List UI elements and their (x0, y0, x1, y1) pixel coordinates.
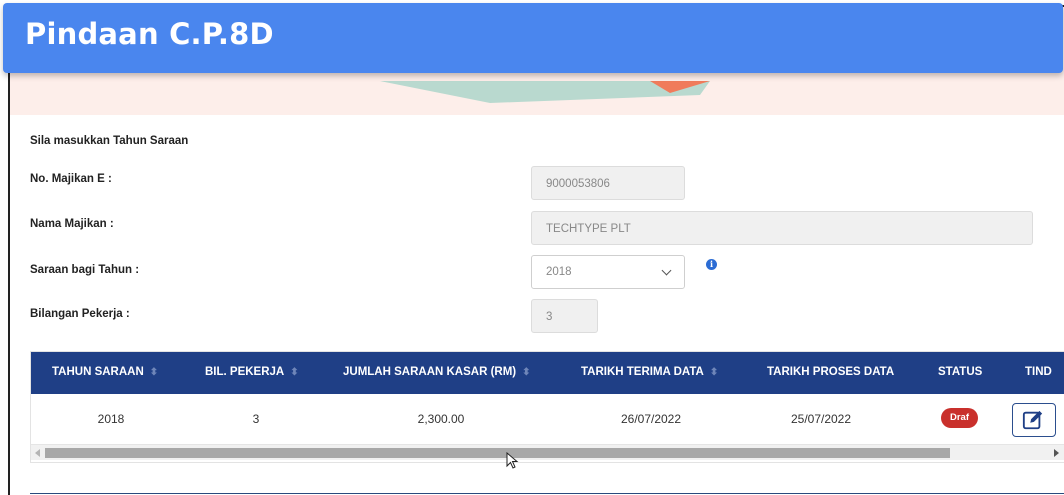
cell-year: 2018 (97, 412, 125, 426)
workers-value: 3 (546, 311, 553, 323)
th-tindakan[interactable]: TIND (1025, 366, 1052, 378)
form-intro: Sila masukkan Tahun Saraan (30, 135, 189, 147)
year-select[interactable]: 2018 (531, 255, 685, 289)
year-select-value: 2018 (546, 266, 572, 278)
scroll-left-icon[interactable] (35, 449, 40, 457)
sort-icon: ⬍ (522, 367, 531, 378)
th-jumlah-saraan[interactable]: JUMLAH SARAAN KASAR (RM) ⬍ (343, 366, 531, 378)
employer-name-value: TECHTYPE PLT (546, 223, 631, 235)
chevron-down-icon (661, 265, 672, 276)
th-status[interactable]: STATUS (938, 366, 982, 378)
sort-icon: ⬍ (290, 367, 299, 378)
employer-no-field[interactable]: 9000053806 (531, 166, 685, 200)
cell-received: 26/07/2022 (620, 412, 682, 426)
workers-label: Bilangan Pekerja : (30, 308, 130, 320)
employer-name-field[interactable]: TECHTYPE PLT (531, 211, 1033, 245)
data-table: TAHUN SARAAN ⬍ BIL. PEKERJA ⬍ JUMLAH SARAA… (30, 351, 1064, 463)
employer-name-label: Nama Majikan : (30, 218, 114, 230)
sort-icon: ⬍ (709, 367, 719, 378)
scroll-right-icon[interactable] (1054, 449, 1059, 457)
horizontal-scrollbar[interactable] (31, 444, 1064, 460)
scrollbar-thumb[interactable] (45, 448, 950, 458)
status-badge: Draf (941, 408, 978, 428)
app-window: Sila masukkan Tahun Saraan No. Majikan E… (8, 5, 1064, 495)
year-label: Saraan bagi Tahun : (30, 264, 140, 276)
th-tarikh-proses[interactable]: TARIKH PROSES DATA (767, 366, 894, 378)
divider (30, 493, 1064, 494)
workers-field[interactable]: 3 (531, 299, 598, 333)
employer-no-label: No. Majikan E : (30, 173, 112, 185)
page-header: Pindaan C.P.8D (3, 3, 1063, 73)
th-tahun-saraan[interactable]: TAHUN SARAAN ⬍ (52, 366, 158, 378)
th-tarikh-terima[interactable]: TARIKH TERIMA DATA ⬍ (581, 366, 718, 378)
th-bil-pekerja[interactable]: BIL. PEKERJA ⬍ (205, 366, 299, 378)
mouse-cursor-icon (506, 452, 519, 469)
info-circle-icon[interactable]: i (706, 259, 717, 270)
edit-icon (1022, 410, 1043, 430)
sort-icon: ⬍ (149, 367, 159, 378)
cell-amount: 2,300.00 (417, 412, 465, 426)
page-title: Pindaan C.P.8D (25, 17, 274, 51)
employer-no-value: 9000053806 (546, 178, 610, 190)
table-header: TAHUN SARAAN ⬍ BIL. PEKERJA ⬍ JUMLAH SARAA… (31, 352, 1064, 394)
edit-button[interactable] (1012, 403, 1056, 437)
cell-processed: 25/07/2022 (790, 412, 852, 426)
cell-workers: 3 (252, 412, 260, 426)
